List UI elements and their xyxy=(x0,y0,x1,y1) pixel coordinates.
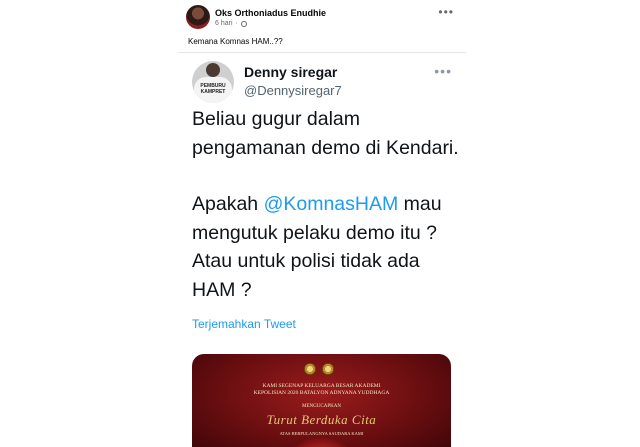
post-header: Oks Orthoniadus Enudhie 6 hari · ••• xyxy=(186,5,454,31)
police-emblem-icon xyxy=(304,363,316,375)
tweet-display-name: Denny siregar xyxy=(244,64,338,80)
translate-tweet-link: Terjemahkan Tweet xyxy=(192,317,296,331)
tweet-more-icon: ••• xyxy=(434,63,452,79)
tweet-handle: @Dennysiregar7 xyxy=(244,83,342,98)
card-line-3: MENGUCAPKAN xyxy=(302,404,341,409)
author-name[interactable]: Oks Orthoniadus Enudhie xyxy=(215,8,326,18)
card-line-2: KEPOLISIAN 2020 BATALYON ADNYANA YUDDHAG… xyxy=(253,390,390,396)
globe-icon xyxy=(240,20,247,27)
card-line-1: KAMI SEGENAP KELUARGA BESAR AKADEMI xyxy=(262,383,381,389)
post-time[interactable]: 6 hari xyxy=(215,20,233,27)
separator: · xyxy=(235,20,238,27)
condolence-image: KAMI SEGENAP KELUARGA BESAR AKADEMI KEPO… xyxy=(192,354,451,447)
tweet-text: Beliau gugur dalam pengamanan demo di Ke… xyxy=(192,105,462,304)
post-more-button[interactable]: ••• xyxy=(438,5,454,19)
mention-komnasham: @KomnasHAM xyxy=(263,193,399,215)
avatar-head xyxy=(206,63,220,77)
card-script-title: Turut Berduka Cita xyxy=(266,412,377,427)
embedded-tweet-image: PEMBURU KAMPRET Denny siregar @Dennysire… xyxy=(178,52,466,447)
post-caption: Kemana Komnas HAM..?? xyxy=(188,37,283,46)
academy-emblem-icon xyxy=(322,363,334,375)
tweet-text-before-mention: Apakah xyxy=(192,193,264,215)
tweet-avatar: PEMBURU KAMPRET xyxy=(192,61,234,103)
tweet-paragraph-1: Beliau gugur dalam pengamanan demo di Ke… xyxy=(192,108,459,159)
author-avatar[interactable] xyxy=(186,5,210,29)
card-line-4: ATAS BERPULANGNYA SAUDARA KAMI xyxy=(279,431,364,436)
avatar-shirt-text: PEMBURU KAMPRET xyxy=(194,77,232,103)
post-meta: 6 hari · xyxy=(215,20,247,27)
tweet-paragraph-2: Apakah @KomnasHAM mau mengutuk pelaku de… xyxy=(192,190,462,304)
